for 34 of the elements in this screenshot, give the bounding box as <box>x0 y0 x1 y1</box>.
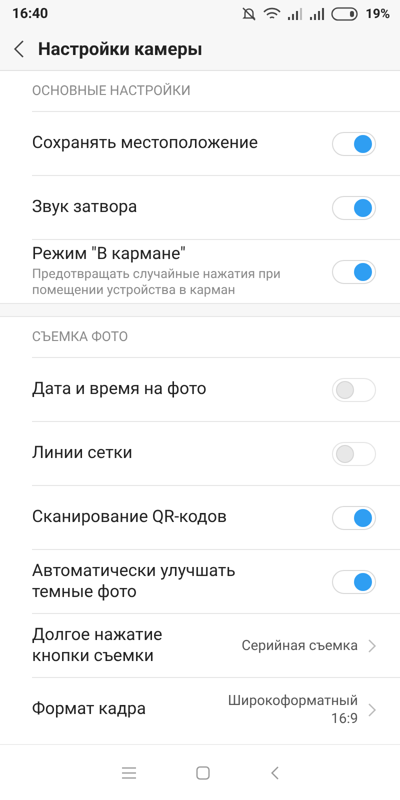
setting-value: Широкоформатный 16:9 <box>226 692 358 728</box>
back-icon[interactable] <box>14 40 24 58</box>
toggle-switch[interactable] <box>332 132 376 156</box>
battery-percent: 19% <box>365 6 390 22</box>
setting-label: Долгое нажатие кнопки съемки <box>32 624 164 666</box>
menu-icon[interactable] <box>122 766 136 778</box>
setting-label: Сканирование QR-кодов <box>32 507 228 528</box>
toggle-switch[interactable] <box>332 570 376 594</box>
setting-label: Звук затвора <box>32 197 138 218</box>
chevron-right-icon[interactable] <box>368 702 376 716</box>
wifi-icon <box>263 7 282 21</box>
toggle-switch[interactable] <box>332 196 376 220</box>
signal-icon <box>287 8 304 20</box>
setting-label: Линии сетки <box>32 443 134 464</box>
home-icon[interactable] <box>196 766 210 780</box>
toggle-switch[interactable] <box>332 260 376 284</box>
setting-label: Дата и время на фото <box>32 379 208 400</box>
page-title: Настройки камеры <box>38 38 202 60</box>
setting-value: Серийная съемка <box>240 636 358 654</box>
setting-label: Сохранять местоположение <box>32 133 259 154</box>
setting-label: Формат кадра <box>32 699 147 720</box>
toggle-switch[interactable] <box>332 378 376 402</box>
section-header: ОСНОВНЫЕ НАСТРОЙКИ <box>32 71 400 112</box>
setting-description: Предотвращать случайные нажатия при помещении устройства в карман <box>32 267 282 299</box>
toggle-switch[interactable] <box>332 442 376 466</box>
muted-bell-icon <box>241 6 258 22</box>
status-time: 16:40 <box>12 6 50 22</box>
signal-icon <box>309 8 326 20</box>
toggle-switch[interactable] <box>332 506 376 530</box>
setting-label: Режим "В кармане" <box>32 244 187 265</box>
setting-label: Автоматически улучшать темные фото <box>32 560 236 602</box>
chevron-right-icon[interactable] <box>368 638 376 652</box>
section-header: СЪЕМКА ФОТО <box>32 317 400 358</box>
battery-icon <box>331 7 360 21</box>
